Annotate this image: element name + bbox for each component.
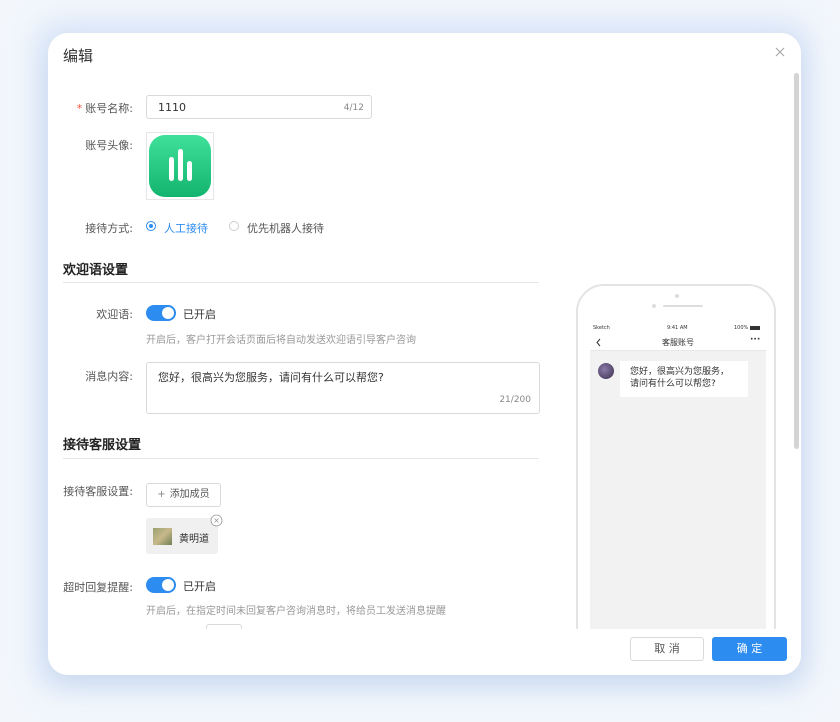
- cancel-button[interactable]: 取 消: [630, 637, 704, 661]
- service-divider: [63, 458, 539, 459]
- phone-nav-bar: 客服账号 ···: [590, 334, 766, 351]
- account-avatar-label: 账号头像:: [85, 139, 133, 152]
- avatar-upload[interactable]: [146, 132, 214, 200]
- message-content-label: 消息内容:: [85, 370, 133, 383]
- battery-icon: [750, 326, 760, 330]
- account-name-value: 1110: [158, 101, 186, 114]
- welcome-divider: [63, 282, 539, 283]
- scrollbar[interactable]: [794, 73, 799, 449]
- phone-status-bar: Sketch 9:41 AM 100%: [590, 323, 766, 334]
- timeout-switch[interactable]: [146, 577, 176, 593]
- radio-robot[interactable]: [229, 221, 239, 231]
- welcome-section-title: 欢迎语设置: [63, 263, 129, 278]
- avatar-image: [149, 135, 211, 197]
- add-member-button[interactable]: + 添加成员: [146, 483, 221, 507]
- remove-member-icon[interactable]: [210, 514, 223, 527]
- reception-label: 接待方式:: [85, 222, 133, 235]
- status-carrier: Sketch: [593, 325, 610, 331]
- account-name-label: * 账号名称:: [76, 102, 133, 115]
- status-time: 9:41 AM: [667, 325, 688, 331]
- message-counter: 21/200: [499, 395, 531, 405]
- chat-bubble: 您好，很高兴为您服务， 请问有什么可以帮您?: [620, 361, 748, 397]
- edit-modal: 编辑 * 账号名称: 1110 4/12 账号头像: 接待方式: 人工接待 优先机…: [48, 33, 801, 675]
- phone-nav-title: 客服账号: [662, 338, 694, 347]
- member-name: 黄明道: [179, 534, 209, 545]
- account-name-counter: 4/12: [343, 103, 364, 113]
- radio-manual[interactable]: [146, 221, 156, 231]
- member-avatar: [153, 528, 172, 545]
- plus-icon: +: [157, 489, 166, 500]
- chat-message-line1: 您好，很高兴为您服务，: [630, 367, 730, 377]
- phone-frame: Sketch 9:41 AM 100% 客服账号 ··· 您好，很高兴为您服务，…: [576, 284, 776, 675]
- chat-avatar: [598, 363, 614, 379]
- service-member-label: 接待客服设置:: [63, 485, 133, 498]
- account-name-input[interactable]: 1110 4/12: [146, 95, 372, 119]
- member-tag: 黄明道: [146, 514, 223, 554]
- welcome-toggle-label: 欢迎语:: [96, 308, 133, 321]
- message-textarea[interactable]: 您好，很高兴为您服务，请问有什么可以帮您? 21/200: [146, 362, 540, 414]
- chat-message-line2: 请问有什么可以帮您?: [630, 379, 716, 389]
- welcome-switch-state: 已开启: [183, 308, 216, 321]
- radio-manual-label[interactable]: 人工接待: [164, 220, 208, 236]
- timeout-switch-state: 已开启: [183, 580, 216, 593]
- radio-robot-label[interactable]: 优先机器人接待: [247, 220, 324, 236]
- welcome-switch[interactable]: [146, 305, 176, 321]
- welcome-hint: 开启后，客户打开会话页面后将自动发送欢迎语引导客户咨询: [146, 335, 416, 346]
- message-value: 您好，很高兴为您服务，请问有什么可以帮您?: [158, 371, 384, 384]
- status-battery: 100%: [734, 325, 749, 331]
- timeout-hint: 开启后，在指定时间未回复客户咨询消息时，将给员工发送消息提醒: [146, 606, 446, 617]
- timeout-label: 超时回复提醒:: [63, 581, 133, 594]
- phone-screen: Sketch 9:41 AM 100% 客服账号 ··· 您好，很高兴为您服务，…: [590, 323, 766, 668]
- modal-footer: 取 消 确 定: [48, 629, 801, 675]
- more-icon: ···: [750, 335, 761, 345]
- phone-preview: Sketch 9:41 AM 100% 客服账号 ··· 您好，很高兴为您服务，…: [576, 284, 776, 675]
- service-section-title: 接待客服设置: [63, 438, 142, 453]
- confirm-button[interactable]: 确 定: [712, 637, 787, 661]
